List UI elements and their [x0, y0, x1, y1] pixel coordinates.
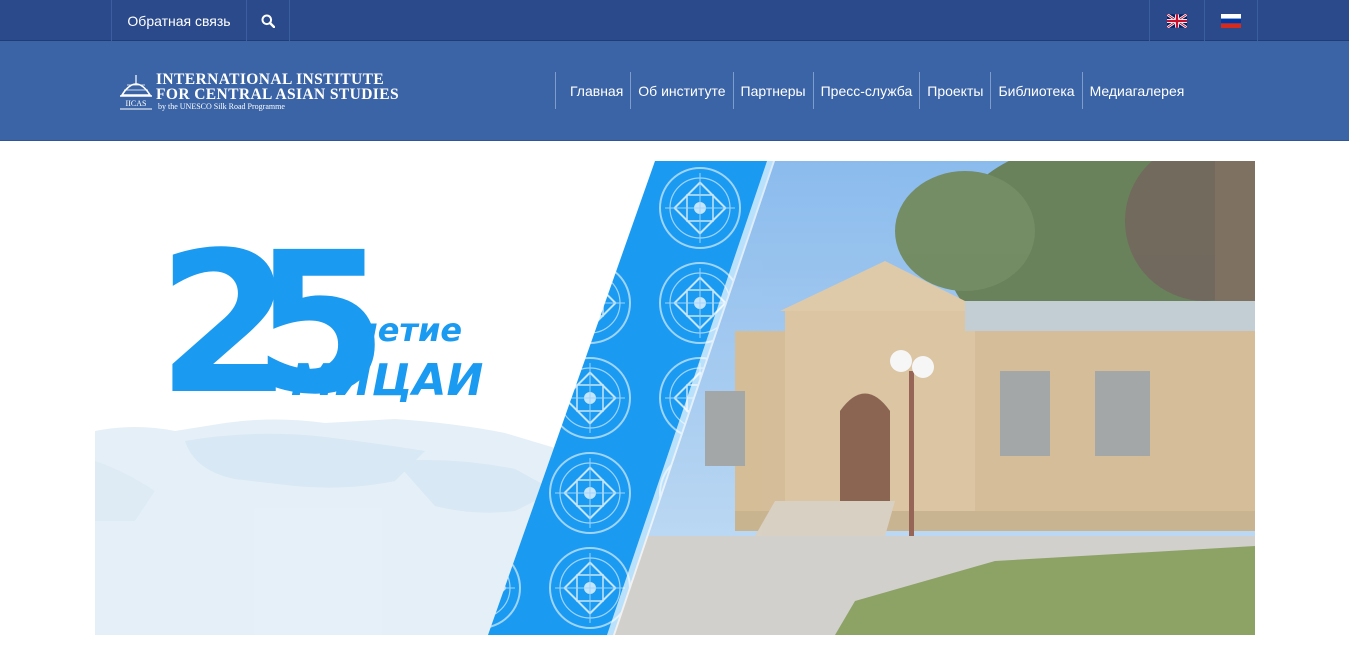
nav-item-media[interactable]: Медиагалерея — [1081, 72, 1192, 109]
dome-logo-icon: IICAS — [120, 75, 152, 110]
nav-item-home[interactable]: Главная — [555, 72, 630, 109]
russia-flag-icon — [1221, 13, 1241, 28]
logo-text: INTERNATIONAL INSTITUTE FOR CENTRAL ASIA… — [156, 72, 399, 111]
logo-line-1: INTERNATIONAL INSTITUTE — [156, 71, 385, 88]
uk-flag-icon — [1167, 13, 1187, 28]
search-icon — [261, 14, 275, 28]
nav-item-partners[interactable]: Партнеры — [732, 72, 813, 109]
banner-suffix: -летие — [341, 311, 462, 349]
language-ru-button[interactable] — [1204, 0, 1258, 41]
logo-abbr: IICAS — [126, 99, 147, 108]
logo-line-3: by the UNESCO Silk Road Programme — [158, 102, 285, 111]
hero-banner[interactable]: 25 -летие МИЦАИ — [95, 161, 1255, 635]
search-button[interactable] — [246, 0, 290, 41]
feedback-link[interactable]: Обратная связь — [111, 0, 246, 41]
logo-line-2: FOR CENTRAL ASIAN STUDIES — [156, 86, 399, 103]
language-en-button[interactable] — [1149, 0, 1204, 41]
nav-item-press[interactable]: Пресс-служба — [812, 72, 920, 109]
nav-item-projects[interactable]: Проекты — [919, 72, 990, 109]
banner-graphic: 25 -летие МИЦАИ — [95, 161, 1255, 635]
main-nav: Главная Об институте Партнеры Пресс-служ… — [555, 72, 1191, 109]
nav-item-about[interactable]: Об институте — [630, 72, 732, 109]
nav-item-library[interactable]: Библиотека — [990, 72, 1081, 109]
map-silhouette — [95, 419, 565, 635]
banner-title: МИЦАИ — [291, 355, 483, 406]
main-header: IICAS INTERNATIONAL INSTITUTE FOR CENTRA… — [0, 41, 1349, 141]
top-bar: Обратная связь — [0, 0, 1349, 41]
site-logo[interactable]: IICAS INTERNATIONAL INSTITUTE FOR CENTRA… — [118, 71, 399, 115]
feedback-label: Обратная связь — [127, 12, 231, 29]
